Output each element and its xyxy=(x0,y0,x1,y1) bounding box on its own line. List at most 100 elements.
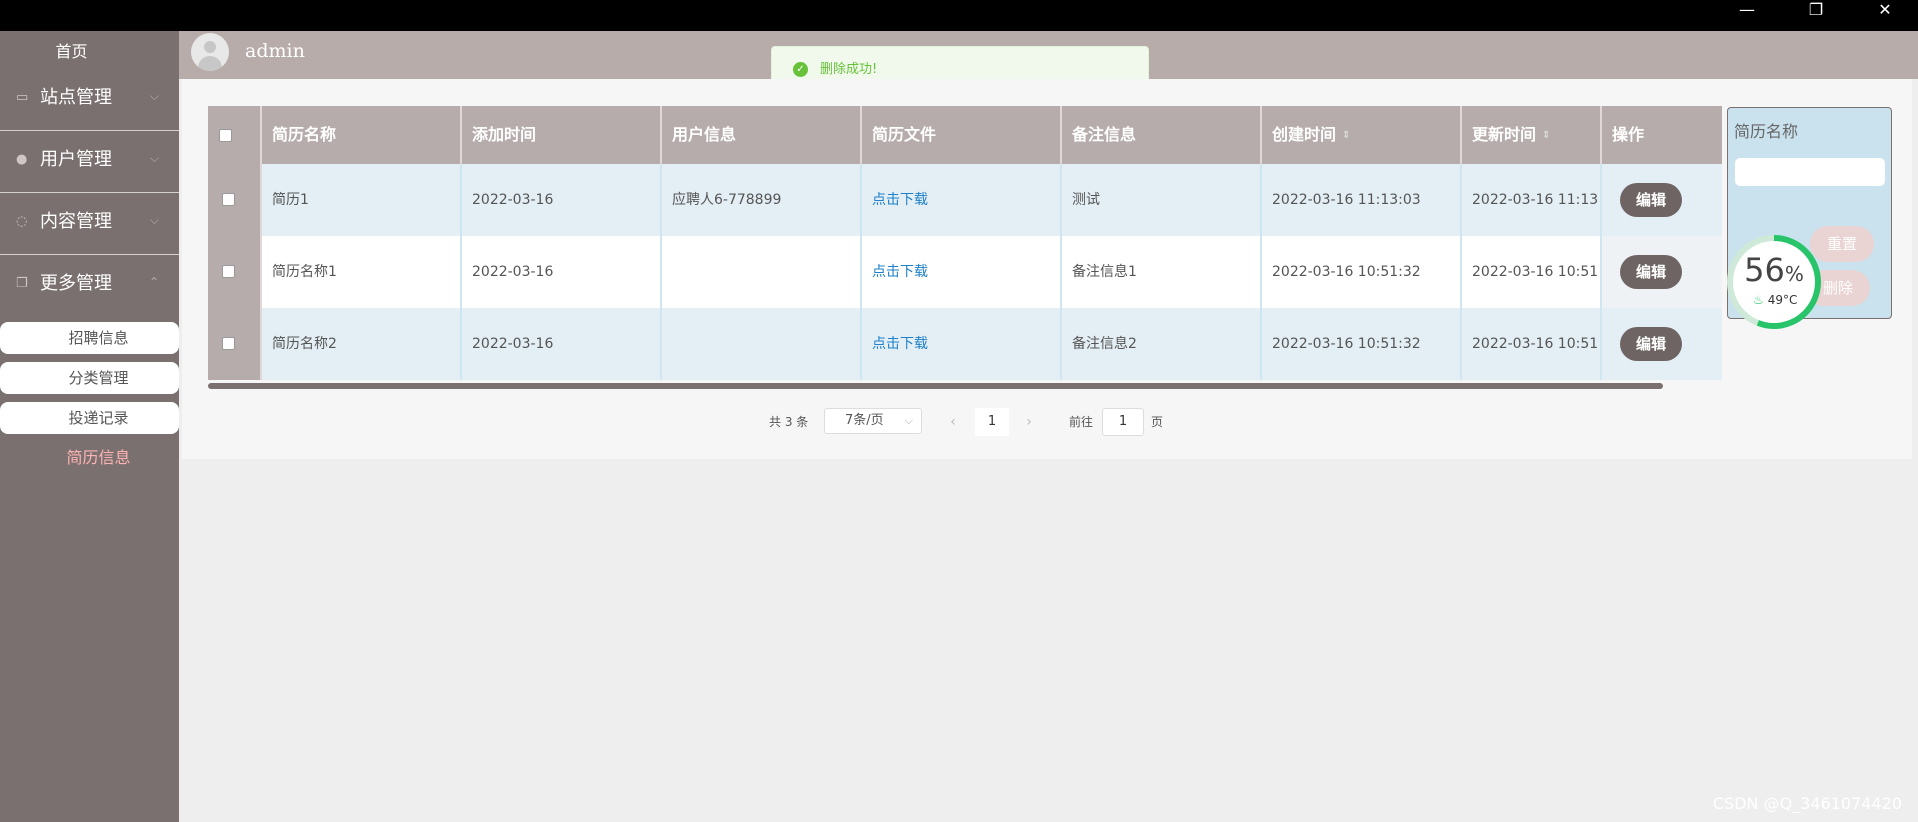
cell-file: 点击下载 xyxy=(862,308,1062,380)
sidebar-item-categories[interactable]: 分类管理 xyxy=(0,362,179,394)
chevron-down-icon: ⌵ xyxy=(904,414,913,427)
row-checkbox[interactable] xyxy=(222,337,235,350)
column-header: 操作 xyxy=(1602,106,1722,164)
horizontal-scrollbar[interactable] xyxy=(208,383,1663,389)
cell-name: 简历1 xyxy=(262,164,462,236)
cell-updated: 2022-03-16 10:51 xyxy=(1462,308,1602,380)
edit-button[interactable]: 编辑 xyxy=(1620,183,1682,217)
page-number-current[interactable]: 1 xyxy=(975,408,1009,436)
cell-file: 点击下载 xyxy=(862,236,1062,308)
row-checkbox[interactable] xyxy=(222,265,235,278)
gauge-percent-sign: % xyxy=(1784,262,1804,286)
gauge-percent-value: 56 xyxy=(1744,251,1785,289)
cell-remark: 备注信息2 xyxy=(1062,308,1262,380)
usage-gauge-widget[interactable]: 56% ♨ 49°C xyxy=(1727,235,1821,329)
cell-updated: 2022-03-16 11:13 xyxy=(1462,164,1602,236)
cell-created: 2022-03-16 10:51:32 xyxy=(1262,236,1462,308)
column-label: 更新时间 xyxy=(1472,125,1537,144)
close-icon: ✕ xyxy=(1878,0,1892,19)
chevron-down-icon: ⌵ xyxy=(149,213,159,227)
goto-page-input[interactable]: 1 xyxy=(1102,408,1144,436)
column-header-sortable[interactable]: 更新时间 ⇕ xyxy=(1462,106,1602,164)
sidebar-group-label: 用户管理 xyxy=(40,149,112,170)
edit-button[interactable]: 编辑 xyxy=(1620,255,1682,289)
sidebar-group-label: 更多管理 xyxy=(40,273,112,294)
close-window-button[interactable]: ✕ xyxy=(1856,0,1914,20)
cell-file: 点击下载 xyxy=(862,164,1062,236)
cell-created: 2022-03-16 10:51:32 xyxy=(1262,308,1462,380)
chevron-down-icon: ⌵ xyxy=(149,89,159,103)
column-label: 创建时间 xyxy=(1272,125,1337,144)
sidebar: 首页 ▭ 站点管理 ⌵ ● 用户管理 ⌵ ◌ 内容管理 ⌵ ❐ 更多管理 ⌃ 招… xyxy=(0,31,179,822)
gauge-face: 56% ♨ 49°C xyxy=(1733,241,1815,323)
window-title-bar: — ❐ ✕ xyxy=(0,0,1918,31)
column-header: 用户信息 xyxy=(662,106,862,164)
column-header: 添加时间 xyxy=(462,106,662,164)
reset-button[interactable]: 重置 xyxy=(1810,226,1874,262)
prev-page-button[interactable]: ‹ xyxy=(938,408,968,436)
edit-button[interactable]: 编辑 xyxy=(1620,327,1682,361)
sidebar-group-content[interactable]: ◌ 内容管理 ⌵ xyxy=(0,193,179,255)
search-input[interactable] xyxy=(1735,158,1885,186)
table-row: 简历名称2 2022-03-16 点击下载 备注信息2 2022-03-16 1… xyxy=(208,308,1722,380)
avatar[interactable] xyxy=(191,33,229,71)
sidebar-item-jobs[interactable]: 招聘信息 xyxy=(0,322,179,354)
chevron-up-icon: ⌃ xyxy=(148,275,159,289)
page-size-select[interactable]: 7条/页 ⌵ xyxy=(824,408,922,434)
download-link[interactable]: 点击下载 xyxy=(872,336,928,352)
next-page-button[interactable]: › xyxy=(1014,408,1044,436)
cell-added: 2022-03-16 xyxy=(462,308,662,380)
cell-remark: 测试 xyxy=(1062,164,1262,236)
page-unit-label: 页 xyxy=(1151,415,1164,429)
column-header-sortable[interactable]: 创建时间 ⇕ xyxy=(1262,106,1462,164)
gauge-percent: 56% xyxy=(1733,252,1815,292)
select-all-header xyxy=(208,106,262,164)
sidebar-item-delivery[interactable]: 投递记录 xyxy=(0,402,179,434)
cell-name: 简历名称1 xyxy=(262,236,462,308)
row-select-cell xyxy=(208,164,262,236)
copy-icon: ❐ xyxy=(16,276,28,291)
select-all-checkbox[interactable] xyxy=(219,129,232,142)
column-header: 简历名称 xyxy=(262,106,462,164)
minimize-icon: — xyxy=(1739,0,1755,19)
row-select-cell xyxy=(208,308,262,380)
sidebar-group-site[interactable]: ▭ 站点管理 ⌵ xyxy=(0,69,179,131)
sidebar-item-resume[interactable]: 简历信息 xyxy=(0,442,179,474)
temperature-value: 49°C xyxy=(1767,293,1798,307)
sidebar-group-more[interactable]: ❐ 更多管理 ⌃ xyxy=(0,255,179,317)
cell-user xyxy=(662,236,862,308)
restore-icon: ❐ xyxy=(1808,0,1824,19)
chat-icon: ◌ xyxy=(16,214,28,229)
page-size-value: 7条/页 xyxy=(845,413,884,428)
monitor-icon: ▭ xyxy=(16,90,29,105)
table-row: 简历名称1 2022-03-16 点击下载 备注信息1 2022-03-16 1… xyxy=(208,236,1722,308)
check-circle-icon: ✓ xyxy=(793,62,808,77)
cell-added: 2022-03-16 xyxy=(462,236,662,308)
column-header: 简历文件 xyxy=(862,106,1062,164)
resume-table: 简历名称 添加时间 用户信息 简历文件 备注信息 创建时间 ⇕ 更新时间 ⇕ 操作 … xyxy=(208,106,1722,381)
cell-user: 应聘人6-778899 xyxy=(662,164,862,236)
goto-label: 前往 xyxy=(1069,415,1094,429)
username[interactable]: admin xyxy=(245,37,305,65)
sidebar-group-label: 站点管理 xyxy=(40,87,112,108)
sidebar-group-users[interactable]: ● 用户管理 ⌵ xyxy=(0,131,179,193)
row-checkbox[interactable] xyxy=(222,193,235,206)
sort-icon[interactable]: ⇕ xyxy=(1542,107,1550,165)
sidebar-item-home[interactable]: 首页 xyxy=(0,37,179,67)
minimize-button[interactable]: — xyxy=(1718,0,1776,20)
cell-user xyxy=(662,308,862,380)
download-link[interactable]: 点击下载 xyxy=(872,264,928,280)
cell-added: 2022-03-16 xyxy=(462,164,662,236)
search-label: 简历名称 xyxy=(1734,122,1799,141)
watermark: CSDN @Q_3461074420 xyxy=(1712,794,1902,813)
toast-message: 删除成功! xyxy=(820,62,878,77)
avatar-body-shape xyxy=(198,56,222,71)
user-icon: ● xyxy=(16,152,28,167)
cell-updated: 2022-03-16 10:51 xyxy=(1462,236,1602,308)
download-link[interactable]: 点击下载 xyxy=(872,192,928,208)
thermometer-icon: ♨ xyxy=(1753,293,1764,307)
cell-created: 2022-03-16 11:13:03 xyxy=(1262,164,1462,236)
restore-button[interactable]: ❐ xyxy=(1787,0,1845,20)
sort-icon[interactable]: ⇕ xyxy=(1342,107,1350,165)
chevron-left-icon: ‹ xyxy=(950,414,956,430)
